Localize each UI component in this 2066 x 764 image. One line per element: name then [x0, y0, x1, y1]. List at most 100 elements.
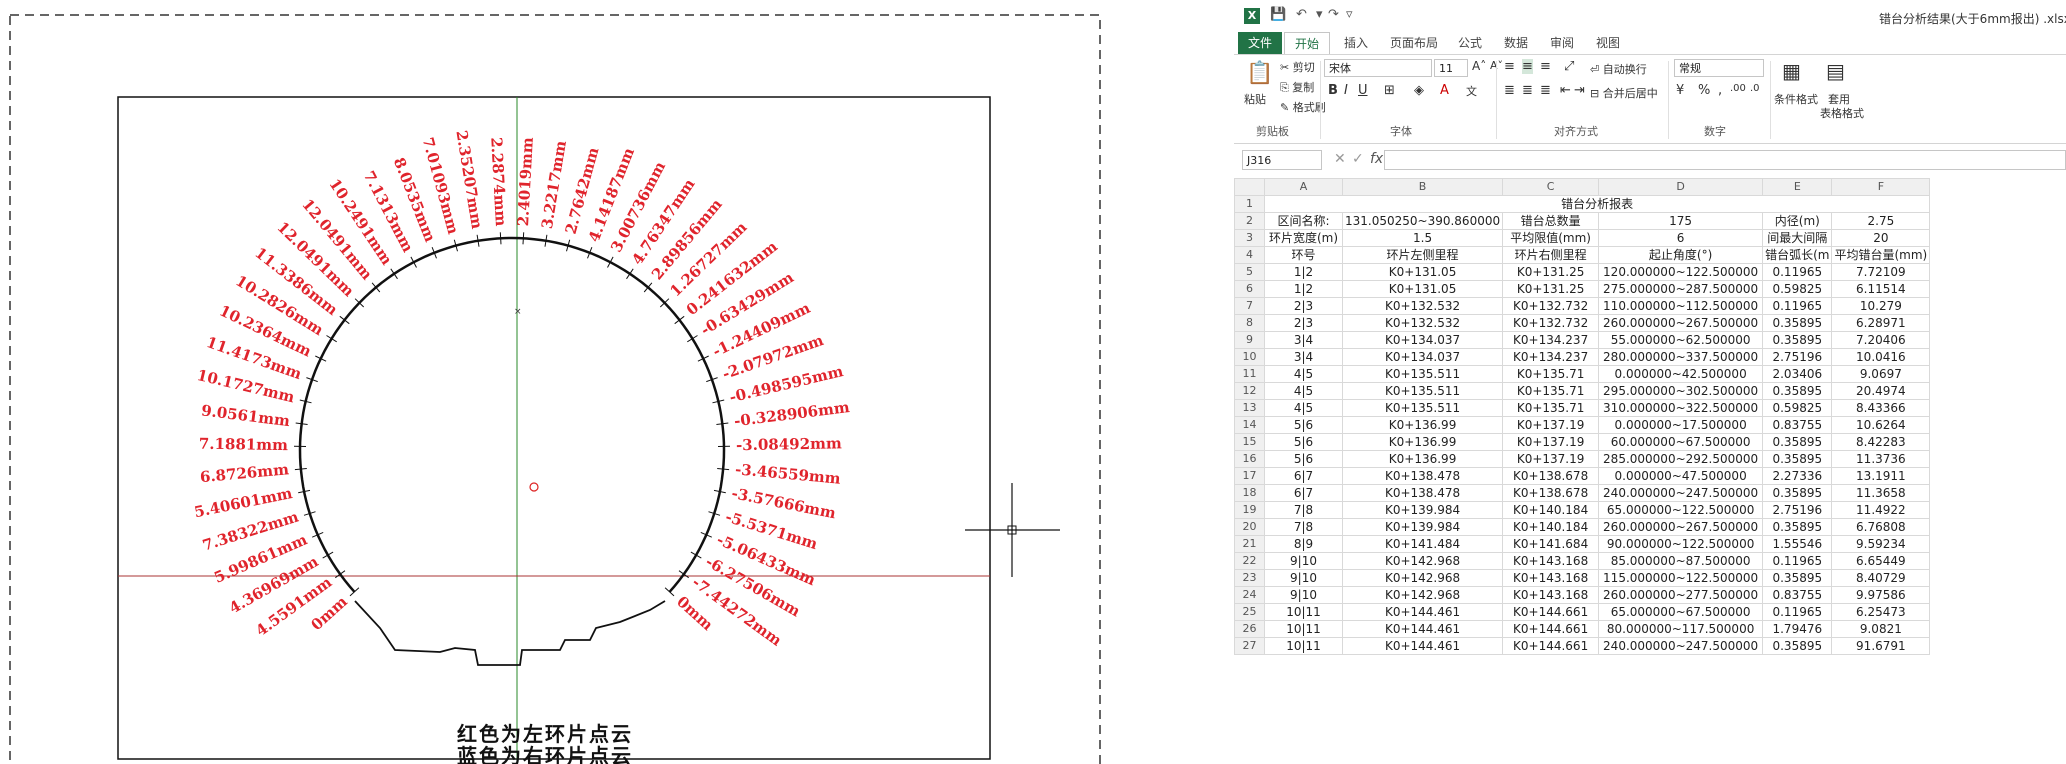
table-cell[interactable]: 9|10 [1264, 552, 1343, 570]
table-cell[interactable]: 120.000000~122.500000 [1598, 263, 1764, 281]
column-header[interactable]: A [1264, 178, 1343, 196]
table-cell[interactable]: K0+140.184 [1502, 518, 1600, 536]
table-cell[interactable]: K0+135.71 [1502, 399, 1600, 417]
table-cell[interactable]: 11.3736 [1831, 450, 1931, 468]
table-cell[interactable]: 80.000000~117.500000 [1598, 620, 1764, 638]
table-cell[interactable]: 295.000000~302.500000 [1598, 382, 1764, 400]
table-cell[interactable]: 6.76808 [1831, 518, 1931, 536]
row-number[interactable]: 12 [1234, 382, 1265, 400]
row-number[interactable]: 3 [1234, 229, 1265, 247]
save-icon[interactable]: 💾 [1270, 7, 1286, 22]
column-header[interactable]: F [1831, 178, 1931, 196]
row-number[interactable]: 22 [1234, 552, 1265, 570]
table-cell[interactable]: K0+131.25 [1502, 263, 1600, 281]
table-cell[interactable]: 85.000000~87.500000 [1598, 552, 1764, 570]
table-cell[interactable]: 4|5 [1264, 382, 1343, 400]
table-cell[interactable]: 区间名称: [1264, 212, 1343, 230]
table-cell[interactable]: 280.000000~337.500000 [1598, 348, 1764, 366]
formula-input[interactable] [1384, 150, 2066, 170]
table-cell[interactable]: K0+142.968 [1341, 586, 1504, 604]
table-cell[interactable]: 285.000000~292.500000 [1598, 450, 1764, 468]
table-cell[interactable]: 0.11965 [1762, 297, 1833, 315]
table-cell[interactable]: K0+135.71 [1502, 382, 1600, 400]
table-cell[interactable]: 错台总数量 [1502, 212, 1600, 230]
table-cell[interactable]: 9|10 [1264, 569, 1343, 587]
format-table-button-line2[interactable]: 表格格式 [1820, 105, 1864, 121]
table-cell[interactable]: 0.35895 [1762, 569, 1833, 587]
table-cell[interactable]: K0+140.184 [1502, 501, 1600, 519]
align-right-icon[interactable]: ≣ [1540, 83, 1551, 98]
table-cell[interactable]: 9.0697 [1831, 365, 1931, 383]
tab-view[interactable]: 视图 [1586, 32, 1630, 54]
tab-page-layout[interactable]: 页面布局 [1380, 32, 1448, 54]
row-number[interactable]: 11 [1234, 365, 1265, 383]
increase-decimal-icon[interactable]: .00 [1730, 83, 1746, 94]
table-cell[interactable]: 8.42283 [1831, 433, 1931, 451]
table-cell[interactable]: 2.75196 [1762, 348, 1833, 366]
table-cell[interactable]: K0+136.99 [1341, 416, 1504, 434]
table-cell[interactable]: 2.75 [1831, 212, 1931, 230]
table-cell[interactable]: 7.20406 [1831, 331, 1931, 349]
row-number[interactable]: 26 [1234, 620, 1265, 638]
table-cell[interactable]: 0.35895 [1762, 433, 1833, 451]
table-cell[interactable]: 20 [1831, 229, 1931, 247]
table-cell[interactable]: 6.28971 [1831, 314, 1931, 332]
table-cell[interactable]: 115.000000~122.500000 [1598, 569, 1764, 587]
row-number[interactable]: 21 [1234, 535, 1265, 553]
table-cell[interactable]: 2.03406 [1762, 365, 1833, 383]
table-cell[interactable]: 8.43366 [1831, 399, 1931, 417]
table-cell[interactable]: K0+135.71 [1502, 365, 1600, 383]
increase-indent-icon[interactable]: ⇥ [1574, 83, 1585, 98]
table-cell[interactable]: K0+137.19 [1502, 450, 1600, 468]
table-cell[interactable]: 0.35895 [1762, 314, 1833, 332]
table-cell[interactable]: 11.3658 [1831, 484, 1931, 502]
percent-icon[interactable]: % [1698, 83, 1710, 98]
conditional-format-button[interactable]: 条件格式 [1774, 91, 1818, 107]
column-header[interactable]: B [1341, 178, 1504, 196]
table-cell[interactable]: 1.79476 [1762, 620, 1833, 638]
table-cell[interactable]: 6|7 [1264, 484, 1343, 502]
align-top-icon[interactable]: ≡ [1504, 59, 1515, 74]
table-cell[interactable]: K0+144.661 [1502, 603, 1600, 621]
table-cell[interactable]: K0+144.661 [1502, 620, 1600, 638]
table-cell[interactable]: 0.35895 [1762, 331, 1833, 349]
table-cell[interactable]: K0+137.19 [1502, 433, 1600, 451]
table-cell[interactable]: 275.000000~287.500000 [1598, 280, 1764, 298]
table-cell[interactable]: K0+143.168 [1502, 552, 1600, 570]
phonetic-icon[interactable]: 文 [1466, 83, 1477, 99]
paste-icon[interactable]: 📋 [1246, 61, 1273, 86]
table-cell[interactable]: K0+134.237 [1502, 348, 1600, 366]
table-cell[interactable]: K0+135.511 [1341, 382, 1504, 400]
table-cell[interactable]: K0+139.984 [1341, 518, 1504, 536]
table-cell[interactable]: 错台弧长(m [1762, 246, 1833, 264]
table-cell[interactable]: K0+143.168 [1502, 569, 1600, 587]
format-table-icon[interactable]: ▤ [1826, 59, 1845, 83]
fill-color-icon[interactable]: ◈ [1414, 83, 1424, 98]
row-number[interactable]: 27 [1234, 637, 1265, 655]
row-number[interactable]: 5 [1234, 263, 1265, 281]
table-cell[interactable]: 3|4 [1264, 348, 1343, 366]
column-header[interactable]: E [1762, 178, 1833, 196]
table-cell[interactable]: 6 [1598, 229, 1764, 247]
table-cell[interactable]: 6.11514 [1831, 280, 1931, 298]
table-cell[interactable]: K0+142.968 [1341, 552, 1504, 570]
row-number[interactable]: 23 [1234, 569, 1265, 587]
table-cell[interactable]: K0+138.678 [1502, 467, 1600, 485]
table-cell[interactable]: 20.4974 [1831, 382, 1931, 400]
table-cell[interactable]: 0.35895 [1762, 382, 1833, 400]
table-cell[interactable]: 0.35895 [1762, 518, 1833, 536]
table-cell[interactable]: 10|11 [1264, 603, 1343, 621]
table-cell[interactable]: 2|3 [1264, 297, 1343, 315]
table-cell[interactable]: 260.000000~267.500000 [1598, 518, 1764, 536]
table-cell[interactable]: 13.1911 [1831, 467, 1931, 485]
row-number[interactable]: 18 [1234, 484, 1265, 502]
table-cell[interactable]: 环片左侧里程 [1341, 246, 1504, 264]
table-cell[interactable]: 10.0416 [1831, 348, 1931, 366]
table-cell[interactable]: 7|8 [1264, 501, 1343, 519]
number-format-select[interactable]: 常规 [1674, 59, 1764, 77]
row-number[interactable]: 6 [1234, 280, 1265, 298]
table-cell[interactable]: 5|6 [1264, 450, 1343, 468]
table-cell[interactable]: 平均错台量(mm) [1831, 246, 1931, 264]
row-number[interactable]: 17 [1234, 467, 1265, 485]
conditional-format-icon[interactable]: ▦ [1782, 59, 1801, 83]
